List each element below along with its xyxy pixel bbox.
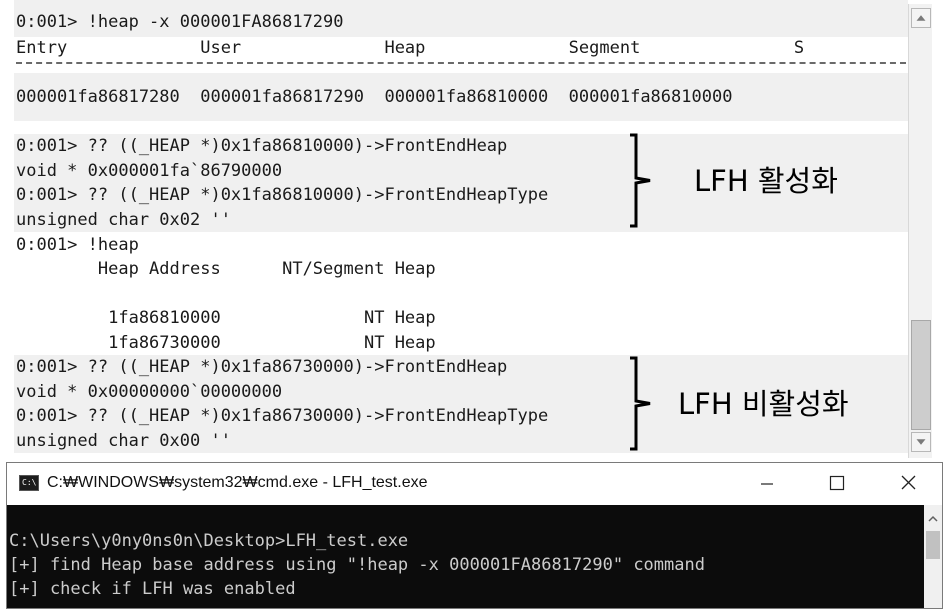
debugger-line: 0:001> ?? ((_HEAP *)0x1fa86810000)->Fron… [16, 185, 549, 205]
debugger-line: 0:001> !heap [16, 235, 139, 255]
console-line: [+] find Heap base address using "!heap … [9, 555, 705, 575]
console-icon: C:\ [19, 475, 39, 491]
chevron-up-icon [916, 15, 926, 21]
debugger-line: unsigned char 0x02 '' [16, 210, 231, 230]
window-title: C:₩WINDOWS₩system32₩cmd.exe - LFH_test.e… [47, 474, 428, 491]
cmd-window: C:\ C:₩WINDOWS₩system32₩cmd.exe - LFH_te… [6, 462, 943, 609]
maximize-button[interactable] [801, 463, 871, 503]
debugger-line: 0:001> ?? ((_HEAP *)0x1fa86810000)->Fron… [16, 136, 508, 156]
debugger-line: Heap Address NT/Segment Heap [16, 259, 436, 279]
scroll-up-button[interactable] [926, 511, 940, 525]
lfh-disabled-label: LFH 비활성화 [678, 387, 849, 421]
debugger-output-panel: 0:001> !heap -x 000001FA86817290 Entry U… [0, 0, 946, 459]
debugger-line: void * 0x00000000`00000000 [16, 382, 283, 402]
lfh-enabled-label: LFH 활성화 [694, 164, 838, 198]
scroll-up-button[interactable] [911, 8, 931, 28]
curly-brace-annotation [628, 356, 656, 451]
close-icon [901, 475, 916, 490]
console-scrollbar[interactable] [924, 505, 942, 608]
minimize-icon [761, 483, 773, 485]
vertical-scrollbar[interactable] [908, 4, 932, 458]
debugger-line: 000001fa86817280 000001fa86817290 000001… [16, 87, 733, 107]
debugger-line: unsigned char 0x00 '' [16, 431, 231, 451]
scrollbar-thumb[interactable] [926, 531, 940, 559]
console-icon-label: C:\ [22, 478, 37, 487]
chevron-down-icon [916, 439, 926, 445]
debugger-line: 0:001> ?? ((_HEAP *)0x1fa86730000)->Fron… [16, 406, 549, 426]
close-button[interactable] [873, 463, 943, 503]
debugger-line: 0:001> !heap -x 000001FA86817290 [16, 12, 344, 32]
scrollbar-thumb[interactable] [911, 320, 931, 430]
curly-brace-annotation [628, 133, 656, 228]
debugger-line: 0:001> ?? ((_HEAP *)0x1fa86730000)->Fron… [16, 357, 508, 377]
debugger-line: 1fa86810000 NT Heap [16, 308, 436, 328]
debugger-line: 1fa86730000 NT Heap [16, 333, 436, 353]
scroll-down-button[interactable] [911, 432, 931, 452]
debugger-line: void * 0x000001fa`86790000 [16, 161, 283, 181]
chevron-up-icon [928, 515, 938, 522]
console-line: [+] check if LFH was enabled [9, 579, 296, 599]
separator-dashes [16, 62, 906, 64]
minimize-button[interactable] [731, 463, 801, 503]
console-line: C:\Users\y0ny0ns0n\Desktop>LFH_test.exe [9, 531, 409, 551]
cmd-title-bar[interactable]: C:\ C:₩WINDOWS₩system32₩cmd.exe - LFH_te… [7, 463, 942, 503]
console-output[interactable]: C:\Users\y0ny0ns0n\Desktop>LFH_test.exe … [7, 505, 942, 608]
maximize-icon [829, 475, 845, 491]
debugger-line: Entry User Heap Segment S [16, 38, 805, 58]
